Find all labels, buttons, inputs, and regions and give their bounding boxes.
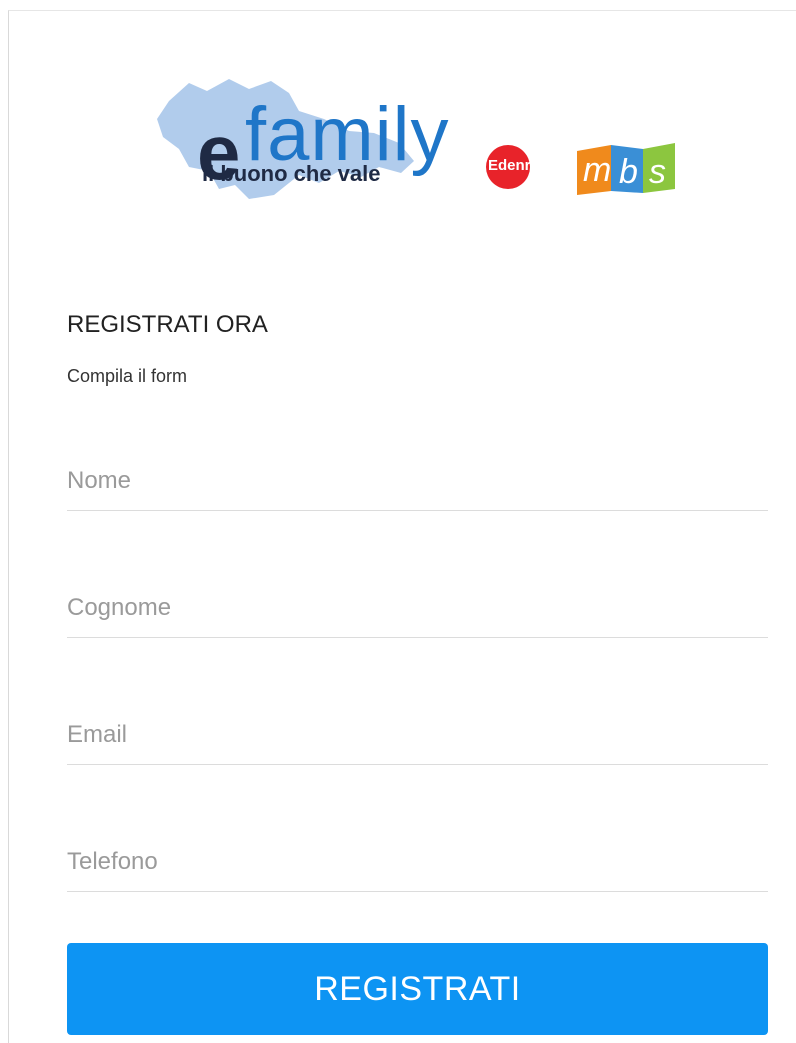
efamily-logo: e family il buono che vale Edenred m b s [149,71,689,211]
brand-tagline: il buono che vale [202,161,381,186]
email-field-wrapper [67,705,768,765]
mbs-letter-s: s [649,153,666,191]
email-field[interactable] [67,705,768,764]
nome-field-wrapper [67,451,768,511]
telefono-field[interactable] [67,832,768,891]
mbs-letter-m: m [583,151,611,189]
form-headline: REGISTRATI ORA [67,311,268,338]
mbs-badge-icon: m b s [577,143,675,195]
registration-card: e family il buono che vale Edenred m b s… [8,10,796,1043]
form-subline: Compila il form [67,366,188,386]
telefono-field-wrapper [67,832,768,892]
mbs-logo: m b s [577,139,677,195]
nome-field[interactable] [67,451,768,510]
mbs-letter-b: b [619,153,638,191]
cognome-field-wrapper [67,578,768,638]
edenred-logo: Edenred [486,141,566,201]
edenred-label: Edenred [488,157,549,174]
registrati-button[interactable]: REGISTRATI [67,943,768,1035]
cognome-field[interactable] [67,578,768,637]
